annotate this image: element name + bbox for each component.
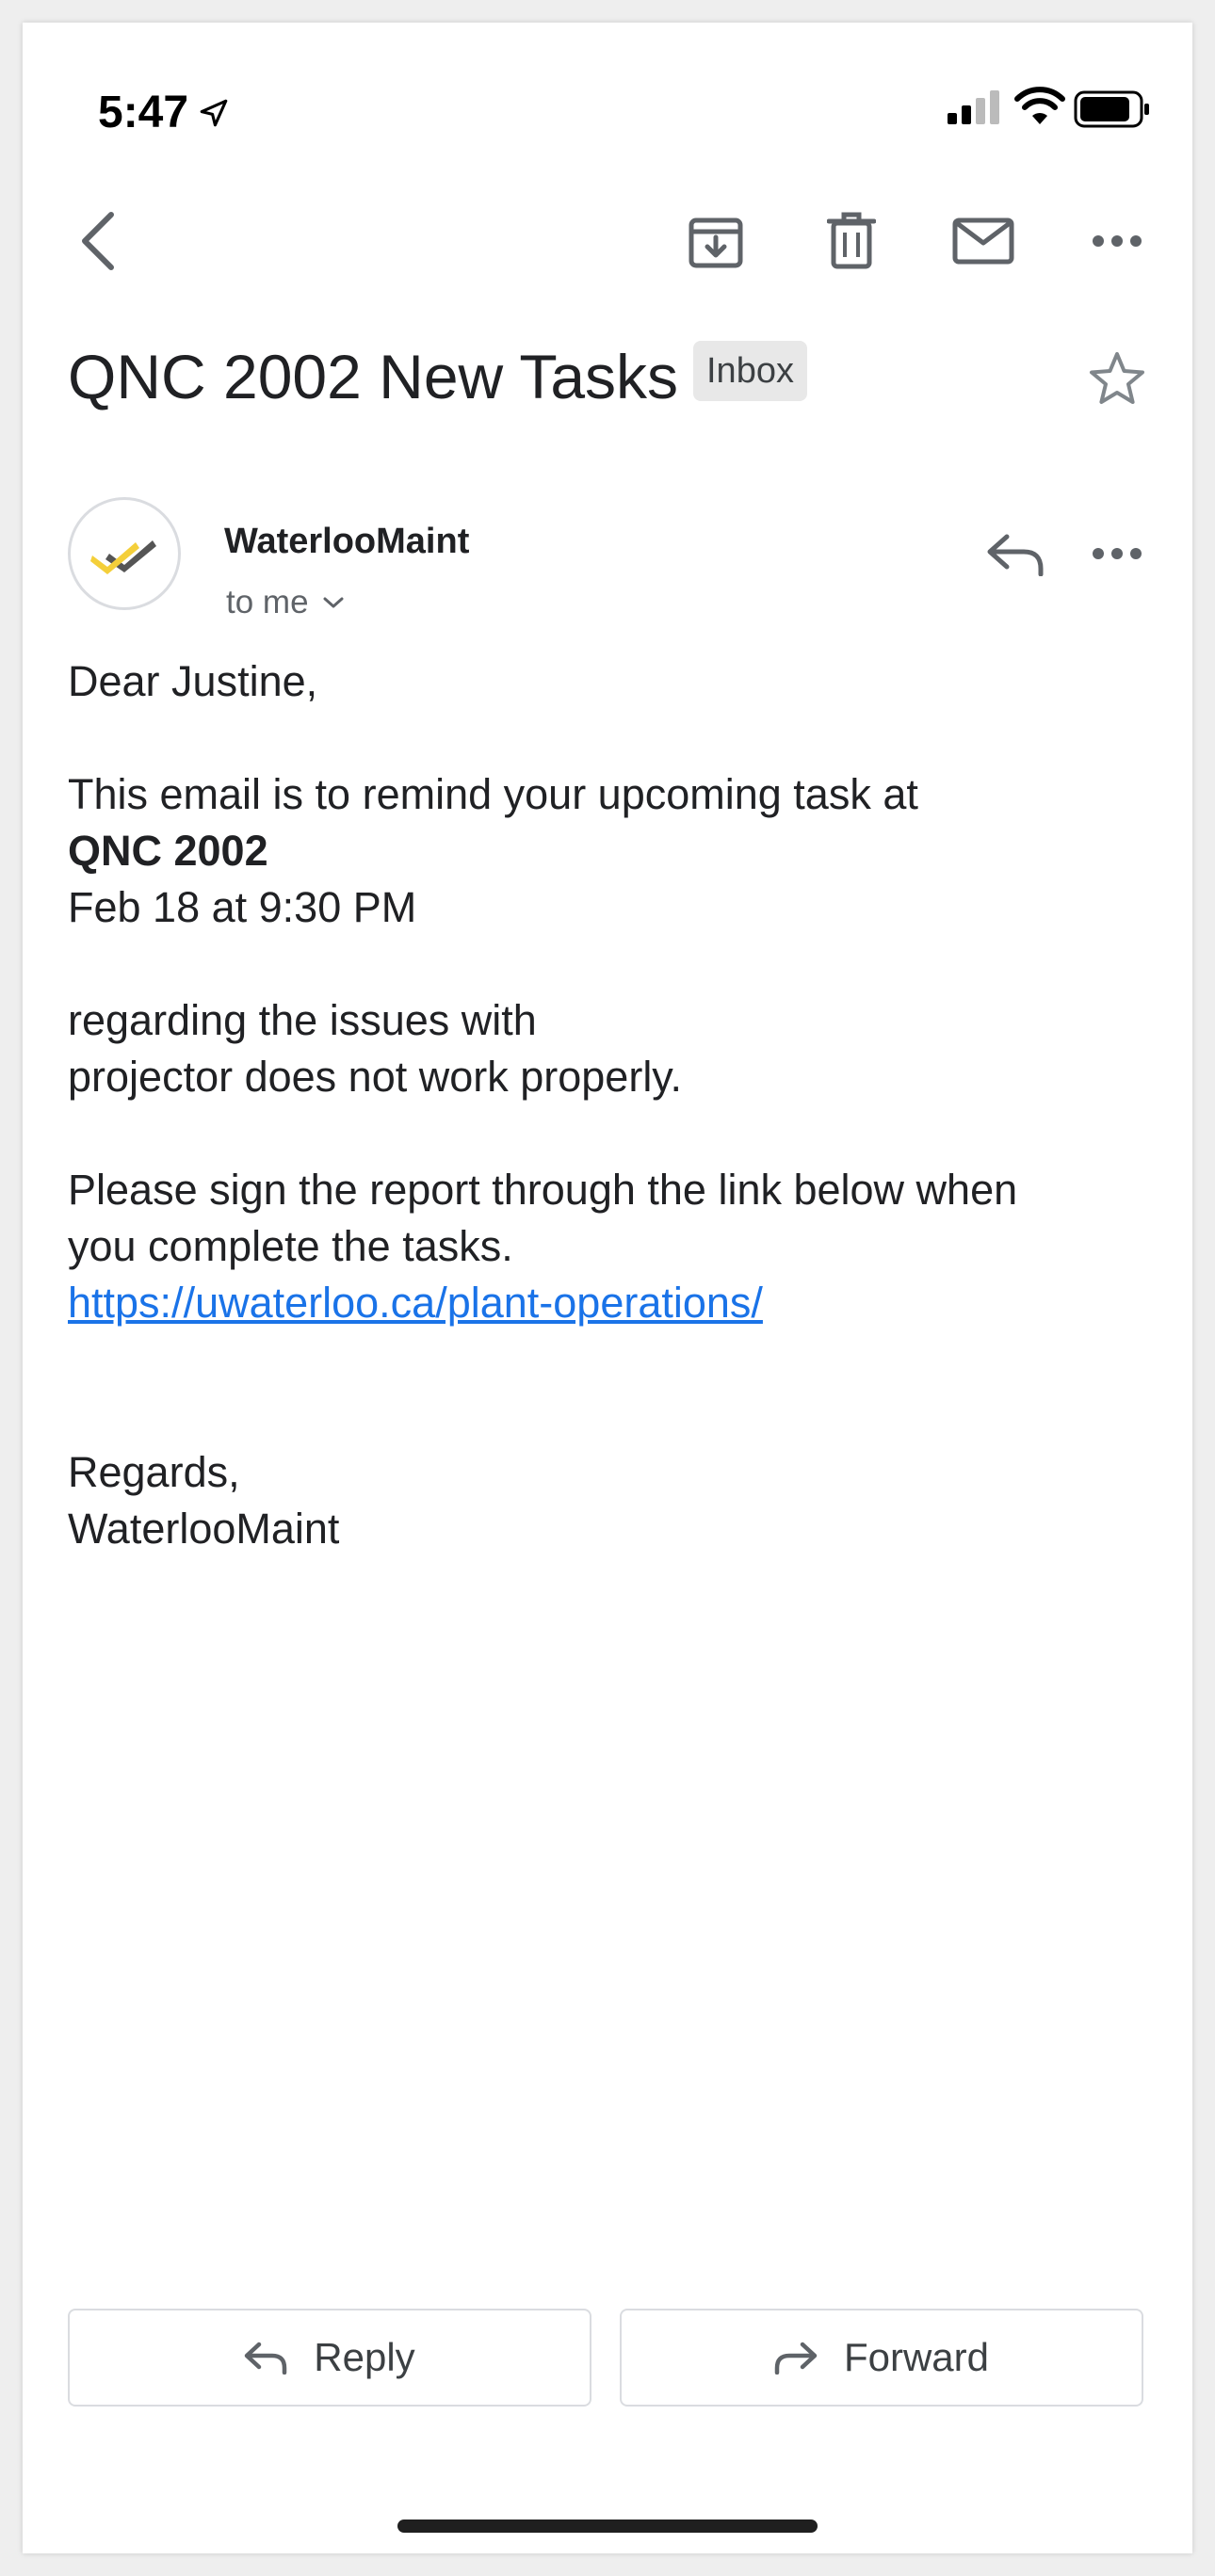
- reply-icon: [987, 534, 1044, 576]
- email-reminder-line: This email is to remind your upcoming ta…: [68, 770, 918, 818]
- email-greeting: Dear Justine,: [68, 657, 318, 705]
- email-issue-intro: regarding the issues with: [68, 996, 537, 1044]
- plant-operations-link[interactable]: https://uwaterloo.ca/plant-operations/: [68, 1275, 763, 1331]
- forward-button[interactable]: Forward: [620, 2309, 1143, 2407]
- status-time-text: 5:47: [98, 88, 189, 137]
- more-options-button[interactable]: [1072, 207, 1162, 275]
- trash-icon: [827, 212, 876, 269]
- email-location: QNC 2002: [68, 827, 268, 875]
- sender-name[interactable]: WaterlooMaint: [224, 522, 469, 562]
- mark-unread-button[interactable]: [938, 200, 1029, 282]
- forward-button-label: Forward: [843, 2335, 990, 2379]
- checkmark-logo-icon: [90, 540, 156, 574]
- delete-button[interactable]: [810, 200, 893, 282]
- mail-icon: [952, 217, 1014, 265]
- inbox-label-badge[interactable]: Inbox: [693, 341, 807, 401]
- message-more-button[interactable]: [1072, 520, 1162, 588]
- location-arrow-icon: [200, 99, 228, 126]
- email-subject: QNC 2002 New Tasks: [68, 342, 679, 411]
- reply-button-label: Reply: [314, 2335, 415, 2379]
- back-arrow-icon: [82, 212, 114, 270]
- status-time: 5:47: [98, 87, 230, 138]
- forward-icon: [774, 2342, 818, 2375]
- cellular-signal-icon: [948, 90, 999, 124]
- wifi-icon: [1014, 87, 1065, 124]
- archive-button[interactable]: [674, 200, 757, 282]
- email-screen: 5:47 QNC 2002 New Tasks Inbox WaterlooMa…: [23, 23, 1192, 2553]
- email-datetime: Feb 18 at 9:30 PM: [68, 883, 417, 931]
- recipient-details-toggle[interactable]: to me: [226, 584, 345, 621]
- reply-button[interactable]: Reply: [68, 2309, 591, 2407]
- chevron-down-icon: [323, 597, 344, 608]
- email-issue-detail: projector does not work properly.: [68, 1053, 682, 1101]
- more-horizontal-icon: [1093, 235, 1142, 247]
- email-signature: WaterlooMaint: [68, 1505, 340, 1553]
- reply-icon: [245, 2342, 287, 2375]
- star-button[interactable]: [1079, 341, 1155, 416]
- email-closing: Regards,: [68, 1448, 240, 1496]
- battery-icon: [1074, 90, 1149, 128]
- recipient-text: to me: [226, 584, 309, 620]
- home-indicator[interactable]: [397, 2520, 818, 2533]
- star-icon: [1090, 352, 1144, 404]
- email-instruction-line2: you complete the tasks.: [68, 1222, 513, 1270]
- email-instruction-line1: Please sign the report through the link …: [68, 1166, 1018, 1214]
- sender-avatar[interactable]: [68, 497, 181, 610]
- back-button[interactable]: [60, 196, 136, 286]
- more-horizontal-icon: [1093, 548, 1142, 559]
- archive-icon: [688, 217, 743, 268]
- reply-quick-button[interactable]: [970, 516, 1061, 591]
